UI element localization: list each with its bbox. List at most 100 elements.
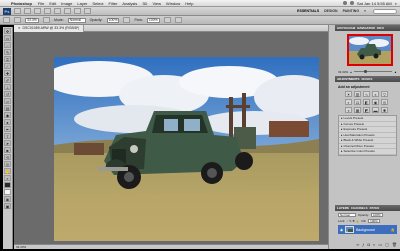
layer-background[interactable]: ◉ Background 🔒 <box>338 225 397 234</box>
exposure-icon[interactable]: ± <box>372 91 379 97</box>
blur-tool-icon[interactable]: ◆ <box>4 112 11 118</box>
zoom-tool-icon[interactable]: ⌕ <box>4 175 11 181</box>
volume-icon[interactable] <box>349 1 354 5</box>
navigator-thumbnail[interactable] <box>347 34 393 66</box>
menu-file[interactable]: File <box>38 1 44 6</box>
quick-select-tool-icon[interactable]: ✎ <box>4 49 11 55</box>
new-adjustment-layer-icon[interactable]: ◐ <box>373 242 375 247</box>
workspace-painting[interactable]: PAINTING <box>343 9 359 13</box>
clone-stamp-tool-icon[interactable]: ⊥ <box>4 84 11 90</box>
black-white-icon[interactable]: ◧ <box>363 99 370 105</box>
shape-tool-icon[interactable]: ■ <box>4 147 11 153</box>
vibrance-icon[interactable]: ▽ <box>381 91 388 97</box>
tab-histogram[interactable]: HISTOGRAM <box>337 26 355 30</box>
tab-adjustments[interactable]: ADJUSTMENTS <box>337 77 360 81</box>
status-zoom[interactable]: 33.33% <box>16 245 26 249</box>
document-canvas[interactable] <box>54 57 319 241</box>
tool-preset-picker[interactable] <box>3 17 10 23</box>
menu-layer[interactable]: Layer <box>77 1 87 6</box>
workspace-design[interactable]: DESIGN <box>324 9 337 13</box>
clock[interactable]: Sat Jan 14 5:55 AM <box>357 1 392 6</box>
menu-select[interactable]: Select <box>92 1 103 6</box>
menu-analysis[interactable]: Analysis <box>122 1 137 6</box>
screen-mode-icon[interactable]: ▣ <box>4 203 11 209</box>
tab-navigator[interactable]: NAVIGATOR <box>357 26 375 30</box>
brush-panel-toggle[interactable] <box>42 17 50 23</box>
lasso-tool-icon[interactable]: ◌ <box>4 42 11 48</box>
foreground-color-swatch[interactable] <box>4 182 11 188</box>
menu-image[interactable]: Image <box>61 1 72 6</box>
healing-brush-tool-icon[interactable]: ✚ <box>4 70 11 76</box>
app-menu[interactable]: Photoshop <box>11 1 32 6</box>
tab-layers[interactable]: LAYERS <box>337 206 349 210</box>
tab-masks[interactable]: MASKS <box>362 77 373 81</box>
tablet-pressure-size-button[interactable] <box>174 17 182 23</box>
tab-channels[interactable]: CHANNELS <box>351 206 368 210</box>
move-tool-icon[interactable]: ✥ <box>4 28 11 34</box>
menu-edit[interactable]: Edit <box>49 1 56 6</box>
extras-button[interactable] <box>34 8 41 14</box>
eyedropper-tool-icon[interactable]: ⁄ <box>4 63 11 69</box>
spotlight-icon[interactable]: ⌕ <box>395 1 397 6</box>
curves-icon[interactable]: ∿ <box>363 91 370 97</box>
color-balance-icon[interactable]: ⚖ <box>354 99 361 105</box>
gradient-tool-icon[interactable]: ▤ <box>4 105 11 111</box>
rotate-view-button[interactable] <box>64 8 71 14</box>
tab-paths[interactable]: PATHS <box>370 206 380 210</box>
type-tool-icon[interactable]: T <box>4 133 11 139</box>
add-mask-icon[interactable]: ◘ <box>368 242 370 247</box>
eraser-tool-icon[interactable]: ▱ <box>4 98 11 104</box>
link-layers-icon[interactable]: ∞ <box>356 242 359 247</box>
background-color-swatch[interactable] <box>4 189 11 195</box>
path-select-tool-icon[interactable]: ➤ <box>4 140 11 146</box>
screen-mode-button[interactable] <box>84 8 91 14</box>
gradient-map-icon[interactable]: ▬ <box>372 107 379 113</box>
layer-opacity-field[interactable]: 100% <box>371 212 383 217</box>
airbrush-button[interactable] <box>163 17 171 23</box>
opacity-field[interactable]: 100% <box>106 17 120 23</box>
crop-tool-icon[interactable]: ⌗ <box>4 56 11 62</box>
workspace-more[interactable]: » <box>364 9 366 13</box>
3d-rotate-tool-icon[interactable]: ⟲ <box>4 154 11 160</box>
bridge-button[interactable] <box>14 8 21 14</box>
new-layer-icon[interactable]: ▢ <box>385 242 389 247</box>
close-document-icon[interactable]: ✕ <box>18 26 21 30</box>
navigator-zoom-slider[interactable] <box>353 70 393 73</box>
mode-select[interactable]: Normal <box>67 17 86 23</box>
delete-layer-icon[interactable]: 🗑 <box>392 242 397 247</box>
hand-tool-icon[interactable]: ✋ <box>4 168 11 174</box>
cs-live-search-input[interactable] <box>373 8 397 14</box>
brush-picker[interactable] <box>14 17 21 23</box>
menu-3d[interactable]: 3D <box>142 1 147 6</box>
brush-tool-icon[interactable]: ✐ <box>4 77 11 83</box>
quick-mask-icon[interactable]: ◙ <box>4 196 11 202</box>
zoom-in-icon[interactable]: ▲ <box>394 70 397 74</box>
brightness-contrast-icon[interactable]: ☀ <box>345 91 352 97</box>
tab-info[interactable]: INFO <box>377 26 384 30</box>
threshold-icon[interactable]: ◩ <box>363 107 370 113</box>
menu-help[interactable]: Help <box>185 1 193 6</box>
preset-selective-color[interactable]: ▸ Selective Color Presets <box>339 149 396 155</box>
photo-filter-icon[interactable]: ◉ <box>372 99 379 105</box>
layer-style-icon[interactable]: ƒ <box>362 242 364 247</box>
zoom-slider-knob[interactable] <box>364 70 368 73</box>
brush-size-field[interactable]: 33.3% <box>25 17 39 23</box>
flow-field[interactable]: 100% <box>146 17 160 23</box>
arrange-documents-button[interactable] <box>74 8 81 14</box>
wifi-icon[interactable] <box>342 1 347 5</box>
dodge-tool-icon[interactable]: ● <box>4 119 11 125</box>
invert-icon[interactable]: ◑ <box>345 107 352 113</box>
selective-color-icon[interactable]: ✱ <box>381 107 388 113</box>
menu-window[interactable]: Window <box>166 1 180 6</box>
hue-saturation-icon[interactable]: ◐ <box>345 99 352 105</box>
menu-view[interactable]: View <box>152 1 161 6</box>
blend-mode-select[interactable]: Normal <box>338 212 356 217</box>
tablet-pressure-opacity-button[interactable] <box>123 17 131 23</box>
3d-orbit-tool-icon[interactable]: ◎ <box>4 161 11 167</box>
channel-mixer-icon[interactable]: ◎ <box>381 99 388 105</box>
posterize-icon[interactable]: ▦ <box>354 107 361 113</box>
mini-bridge-button[interactable] <box>24 8 31 14</box>
workspace-essentials[interactable]: ESSENTIALS <box>297 9 319 13</box>
marquee-tool-icon[interactable]: ▭ <box>4 35 11 41</box>
zoom-level-button[interactable] <box>44 8 51 14</box>
